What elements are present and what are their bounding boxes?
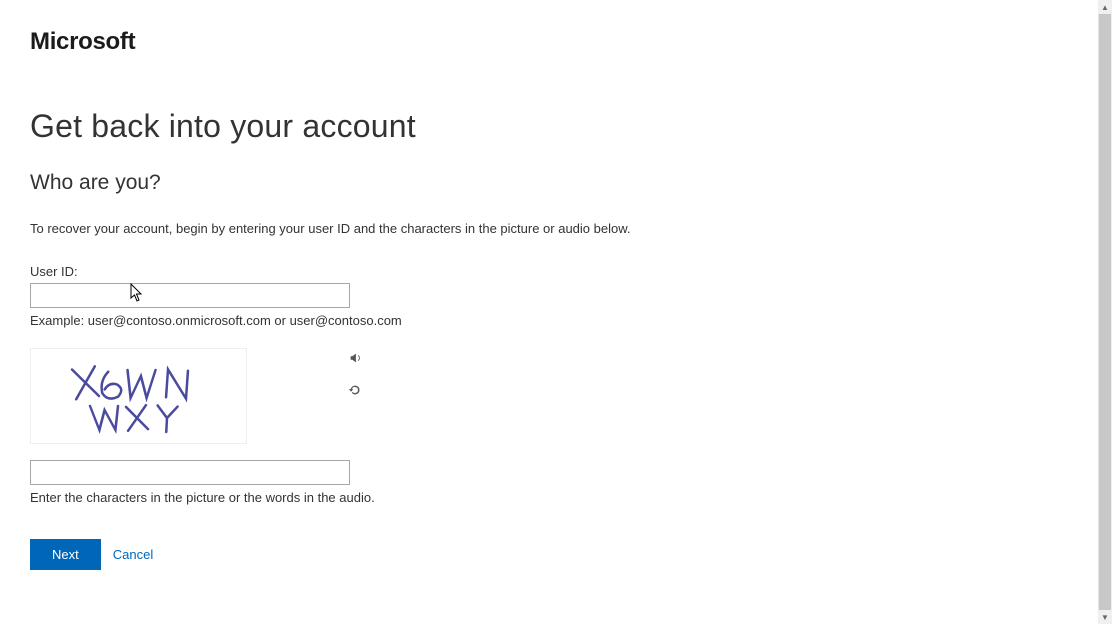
user-id-label: User ID: — [30, 264, 1068, 279]
instructions-text: To recover your account, begin by enteri… — [30, 221, 1068, 236]
scroll-up-arrow[interactable]: ▲ — [1098, 0, 1112, 14]
captcha-hint: Enter the characters in the picture or t… — [30, 490, 1068, 505]
page-title: Get back into your account — [30, 108, 1068, 145]
next-button[interactable]: Next — [30, 539, 101, 570]
speaker-icon[interactable] — [347, 350, 363, 366]
user-id-input[interactable] — [30, 283, 350, 308]
scroll-down-arrow[interactable]: ▼ — [1098, 610, 1112, 624]
scrollbar-thumb[interactable] — [1099, 14, 1111, 610]
user-id-hint: Example: user@contoso.onmicrosoft.com or… — [30, 313, 1068, 328]
brand-logo: Microsoft — [30, 28, 1068, 56]
subtitle: Who are you? — [30, 171, 1068, 195]
cancel-link[interactable]: Cancel — [113, 547, 153, 562]
captcha-input[interactable] — [30, 460, 350, 485]
captcha-image — [30, 348, 247, 444]
scrollbar[interactable]: ▲ ▼ — [1098, 0, 1112, 624]
refresh-icon[interactable] — [347, 382, 363, 398]
